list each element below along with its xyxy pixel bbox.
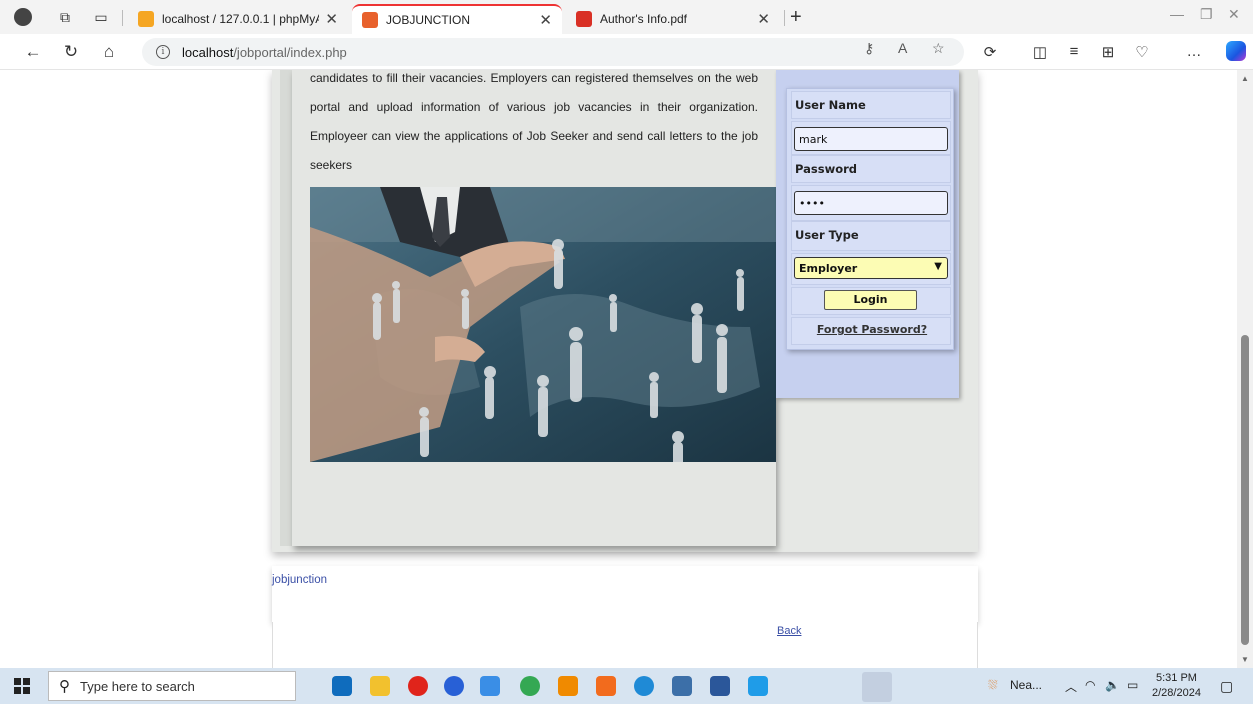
minimize-icon[interactable]: — bbox=[1170, 6, 1184, 22]
favorite-star-icon[interactable]: ☆ bbox=[932, 40, 945, 57]
password-label-row: Password bbox=[791, 155, 951, 183]
tab-divider bbox=[784, 10, 785, 26]
read-aloud-icon[interactable]: A bbox=[898, 40, 907, 56]
search-placeholder: Type here to search bbox=[80, 678, 195, 694]
hero-image bbox=[310, 187, 776, 462]
pdf-favicon-icon bbox=[576, 11, 592, 27]
search-icon: ⚲ bbox=[59, 678, 70, 695]
browser-essentials-icon[interactable]: ♡ bbox=[1132, 43, 1152, 61]
jobjunction-favicon-icon bbox=[362, 12, 378, 28]
username-label-row: User Name bbox=[791, 91, 951, 119]
scroll-down-icon[interactable]: ▼ bbox=[1241, 655, 1249, 664]
tab-actions-icon[interactable]: ▭ bbox=[92, 8, 110, 26]
chevron-down-icon: ▼ bbox=[934, 261, 942, 272]
page-footer: jobjunction bbox=[272, 566, 978, 622]
weather-icon[interactable]: ⛆ bbox=[988, 678, 998, 693]
edge-app-icon[interactable] bbox=[634, 676, 654, 696]
workspaces-icon[interactable]: ⧉ bbox=[56, 8, 74, 26]
collections-icon[interactable]: ⊞ bbox=[1098, 43, 1118, 61]
login-form: User Name mark Password •••• User Type E… bbox=[786, 88, 954, 350]
address-toolbar: ← ↻ ⌂ i localhost/jobportal/index.php ⚷ … bbox=[0, 34, 1253, 70]
login-button-row: Login bbox=[791, 287, 951, 315]
browser-tab-strip: ⧉ ▭ localhost / 127.0.0.1 | phpMyAdm ✕ J… bbox=[0, 0, 1253, 34]
vscode-app-icon[interactable] bbox=[748, 676, 768, 696]
taskbar-search-input[interactable]: ⚲ Type here to search bbox=[48, 671, 296, 701]
sticky-notes-app-icon[interactable] bbox=[370, 676, 390, 696]
tab-authors-info-pdf[interactable]: Author's Info.pdf ✕ bbox=[566, 4, 780, 34]
login-column: User Name mark Password •••• User Type E… bbox=[776, 70, 959, 398]
close-tab-icon[interactable]: ✕ bbox=[757, 10, 770, 28]
favorites-list-icon[interactable]: ≡ bbox=[1064, 43, 1084, 60]
scrollbar-thumb[interactable] bbox=[1241, 335, 1249, 645]
mail-app-icon[interactable] bbox=[332, 676, 352, 696]
close-window-icon[interactable]: ✕ bbox=[1228, 6, 1240, 23]
password-field-row: •••• bbox=[791, 185, 951, 221]
username-field-row: mark bbox=[791, 121, 951, 155]
left-rail bbox=[280, 70, 292, 546]
copilot-icon[interactable] bbox=[1226, 41, 1246, 61]
extensions-icon[interactable]: ⟳ bbox=[980, 43, 1000, 61]
app-icon[interactable] bbox=[444, 676, 464, 696]
weather-text[interactable]: Nea... bbox=[1010, 678, 1042, 692]
username-input[interactable]: mark bbox=[794, 127, 948, 151]
usertype-field-row: Employer ▼ bbox=[791, 253, 951, 285]
active-app-icon[interactable] bbox=[862, 672, 892, 702]
site-info-icon[interactable]: i bbox=[156, 45, 170, 59]
restore-icon[interactable]: ❐ bbox=[1200, 6, 1213, 23]
refresh-icon[interactable]: ↻ bbox=[60, 42, 82, 62]
taskbar-clock[interactable]: 5:31 PM 2/28/2024 bbox=[1152, 671, 1201, 701]
battery-icon[interactable]: ▭ bbox=[1127, 678, 1138, 692]
password-label: Password bbox=[795, 162, 857, 176]
back-arrow-icon[interactable]: ← bbox=[22, 42, 44, 62]
chrome-app-icon[interactable] bbox=[520, 676, 540, 696]
usertype-label-row: User Type bbox=[791, 221, 951, 251]
page-frame: candidates to fill their vacancies. Empl… bbox=[272, 70, 978, 552]
windows-taskbar: ⚲ Type here to search ⛆ Nea... ︿ ◠ 🔈 ▭ 5… bbox=[0, 668, 1253, 704]
url-input[interactable]: i localhost/jobportal/index.php bbox=[142, 38, 964, 66]
clock-time: 5:31 PM bbox=[1155, 672, 1197, 684]
volume-icon[interactable]: 🔈 bbox=[1105, 678, 1120, 692]
scroll-up-icon[interactable]: ▲ bbox=[1241, 74, 1249, 83]
app-icon[interactable] bbox=[672, 676, 692, 696]
xampp-app-icon[interactable] bbox=[596, 676, 616, 696]
password-input[interactable]: •••• bbox=[794, 191, 948, 215]
file-explorer-icon[interactable] bbox=[480, 676, 500, 696]
page-viewport: candidates to fill their vacancies. Empl… bbox=[0, 70, 1237, 668]
usertype-select[interactable]: Employer ▼ bbox=[794, 257, 948, 279]
word-app-icon[interactable] bbox=[710, 676, 730, 696]
login-button[interactable]: Login bbox=[824, 290, 917, 310]
close-tab-icon[interactable]: ✕ bbox=[539, 11, 552, 29]
usertype-label: User Type bbox=[795, 228, 859, 242]
opera-app-icon[interactable] bbox=[408, 676, 428, 696]
close-tab-icon[interactable]: ✕ bbox=[325, 10, 338, 28]
vlc-app-icon[interactable] bbox=[558, 676, 578, 696]
intro-paragraph: candidates to fill their vacancies. Empl… bbox=[310, 71, 758, 172]
clock-date: 2/28/2024 bbox=[1152, 687, 1201, 699]
username-label: User Name bbox=[795, 98, 866, 112]
content-panel: candidates to fill their vacancies. Empl… bbox=[292, 70, 776, 546]
tab-phpmyadmin[interactable]: localhost / 127.0.0.1 | phpMyAdm ✕ bbox=[128, 4, 348, 34]
jobjunction-footer-link[interactable]: jobjunction bbox=[272, 574, 327, 586]
split-screen-icon[interactable]: ◫ bbox=[1030, 43, 1050, 61]
forgot-password-link[interactable]: Forgot Password? bbox=[792, 323, 952, 336]
page-bottom-area: Back bbox=[272, 622, 978, 668]
notifications-icon[interactable]: ▢ bbox=[1220, 678, 1233, 695]
profile-avatar-icon[interactable] bbox=[14, 8, 32, 26]
tray-chevron-up-icon[interactable]: ︿ bbox=[1065, 678, 1077, 695]
tab-jobjunction[interactable]: JOBJUNCTION ✕ bbox=[352, 4, 562, 34]
more-menu-icon[interactable]: … bbox=[1184, 43, 1204, 60]
back-link[interactable]: Back bbox=[777, 625, 801, 637]
windows-start-icon[interactable] bbox=[14, 678, 30, 694]
new-tab-icon[interactable]: + bbox=[790, 6, 802, 29]
tab-divider bbox=[122, 10, 123, 26]
page-scrollbar[interactable]: ▲ ▼ bbox=[1237, 70, 1253, 668]
network-icon[interactable]: ◠ bbox=[1085, 678, 1095, 692]
key-icon[interactable]: ⚷ bbox=[864, 40, 874, 57]
phpmyadmin-favicon-icon bbox=[138, 11, 154, 27]
usertype-selected-value: Employer bbox=[799, 262, 858, 275]
home-icon[interactable]: ⌂ bbox=[98, 42, 120, 62]
forgot-row: Forgot Password? bbox=[791, 317, 951, 345]
